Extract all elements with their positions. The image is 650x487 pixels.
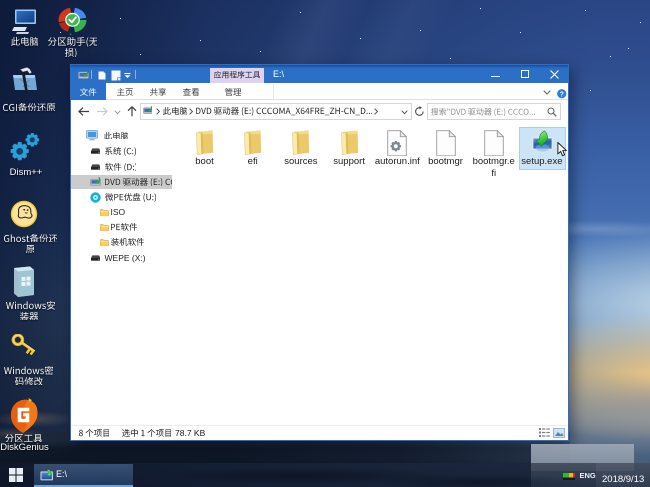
svg-text:?: ? xyxy=(560,91,564,98)
